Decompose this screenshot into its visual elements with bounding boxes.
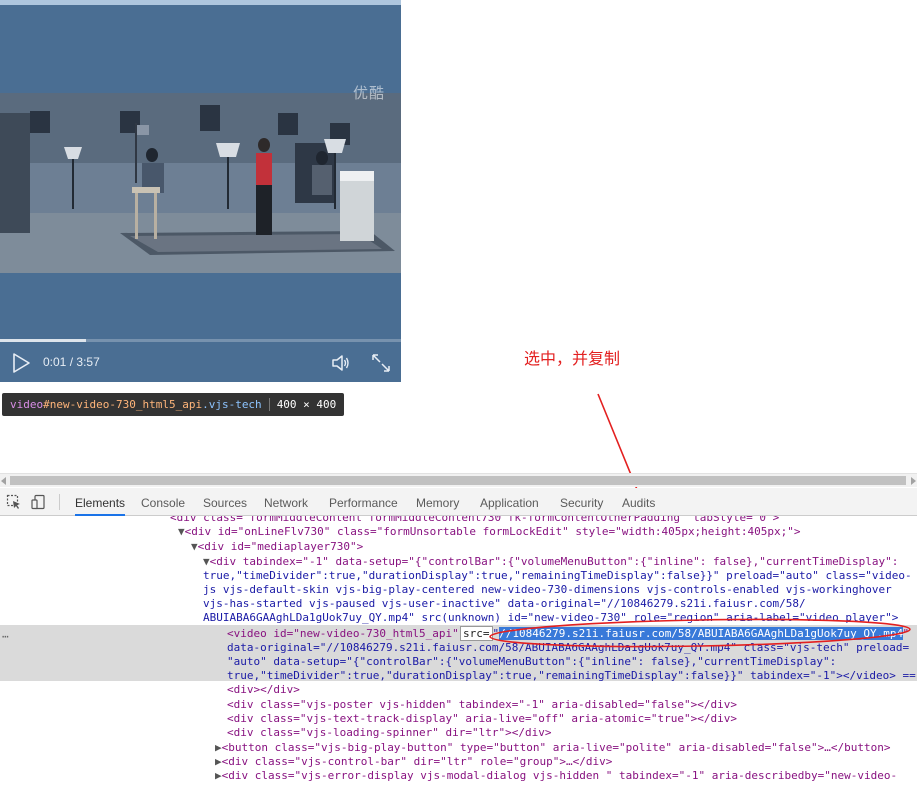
annotation-ellipse xyxy=(489,618,911,648)
